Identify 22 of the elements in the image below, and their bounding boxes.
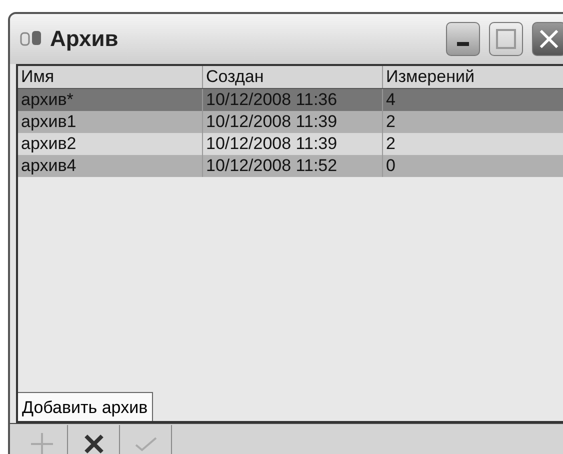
table-cell: архив4 — [18, 155, 203, 177]
close-icon — [82, 433, 104, 454]
close-button[interactable] — [532, 22, 563, 56]
maximize-button[interactable] — [489, 22, 523, 56]
table-row[interactable]: архив* 10/12/2008 11:36 4 — [18, 89, 563, 111]
window-title: Архив — [50, 26, 120, 52]
table-row[interactable]: архив1 10/12/2008 11:39 2 — [18, 111, 563, 133]
plus-icon — [28, 431, 54, 454]
column-header[interactable]: Измерений — [383, 66, 563, 88]
check-icon — [134, 436, 158, 452]
minimize-button[interactable] — [446, 22, 480, 56]
column-header[interactable]: Создан — [203, 66, 383, 88]
tooltip: Добавить архив — [18, 392, 153, 421]
app-icon — [20, 30, 44, 48]
column-header[interactable]: Имя — [18, 66, 203, 88]
close-icon — [539, 28, 559, 50]
minimize-icon — [457, 42, 469, 46]
maximize-icon — [496, 29, 516, 49]
table-cell: 10/12/2008 11:52 — [203, 155, 383, 177]
table-row[interactable]: архив4 10/12/2008 11:52 0 — [18, 155, 563, 177]
table-cell: 0 — [383, 155, 563, 177]
table-row[interactable]: архив2 10/12/2008 11:39 2 — [18, 133, 563, 155]
